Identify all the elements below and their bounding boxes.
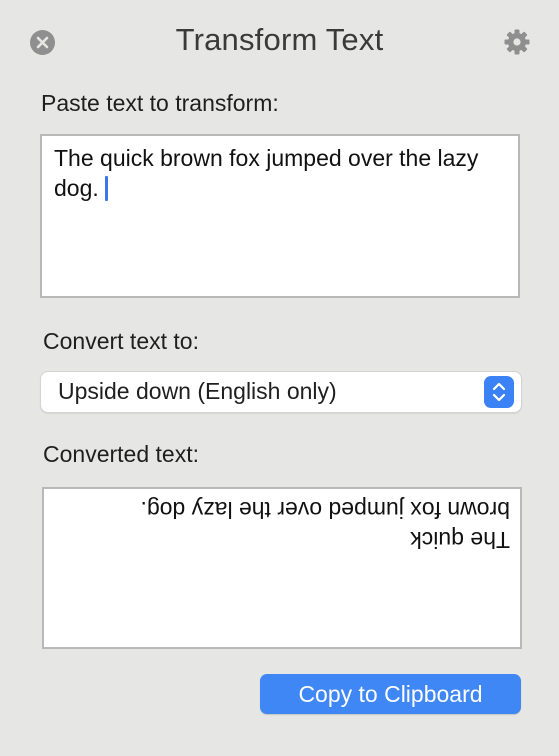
conversion-type-select[interactable]: Upside down (English only) bbox=[41, 372, 521, 412]
input-text-value: The quick brown fox jumped over the lazy… bbox=[54, 145, 479, 201]
chevron-up-down-icon[interactable] bbox=[484, 376, 514, 408]
text-caret bbox=[104, 176, 108, 201]
output-text-area[interactable]: The quick brown fox jumped over the lazy… bbox=[42, 487, 522, 649]
transform-text-window: Transform Text Paste text to transform: … bbox=[0, 0, 559, 756]
input-label: Paste text to transform: bbox=[41, 90, 279, 116]
output-label: Converted text: bbox=[43, 441, 199, 467]
input-text-area[interactable]: The quick brown fox jumped over the lazy… bbox=[40, 134, 520, 298]
copy-to-clipboard-button[interactable]: Copy to Clipboard bbox=[260, 674, 521, 714]
upside-down-text: The quick brown fox jumped over the lazy… bbox=[54, 495, 510, 555]
convert-label: Convert text to: bbox=[43, 328, 199, 354]
window-title: Transform Text bbox=[175, 22, 384, 57]
output-line: brown fox jumped over the lazy dog. bbox=[140, 497, 510, 523]
select-value: Upside down (English only) bbox=[58, 378, 337, 404]
gear-icon[interactable] bbox=[503, 28, 531, 56]
output-line: The quick bbox=[410, 527, 510, 553]
